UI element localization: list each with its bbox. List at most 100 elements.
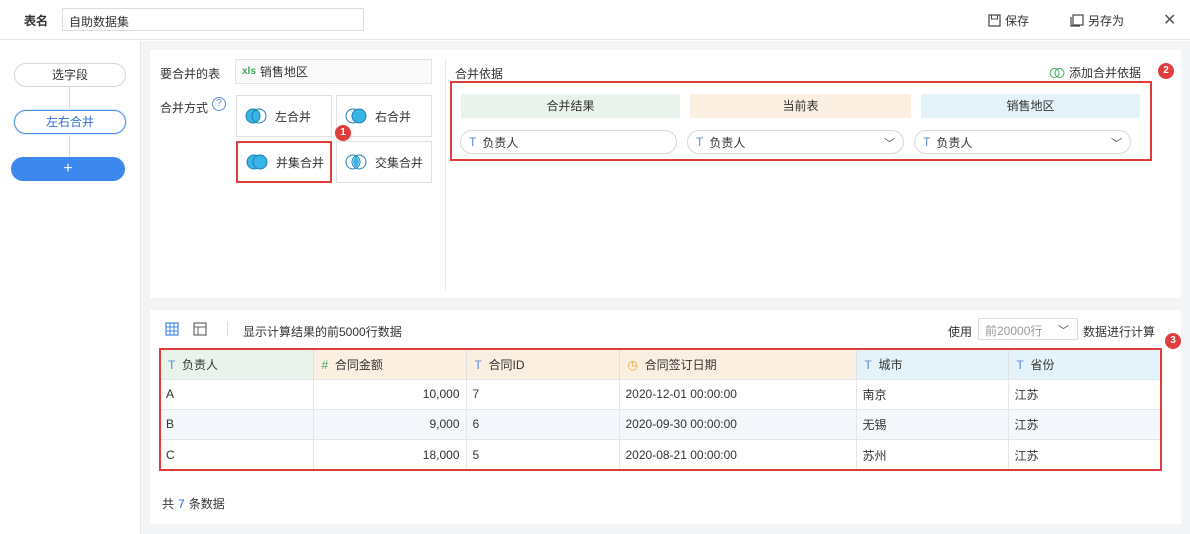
column-header[interactable]: T 省份 — [1008, 350, 1162, 379]
table-cell: 江苏 — [1008, 378, 1162, 410]
merge-option-left[interactable]: 左合并 — [236, 95, 332, 137]
text-type-icon: T — [469, 135, 477, 149]
table-cell: 2020-08-21 00:00:00 — [619, 439, 857, 470]
table-cell: B — [160, 408, 314, 440]
table-cell: 6 — [466, 408, 620, 440]
basis-field-sales-region-select[interactable]: T 负责人 ﹀ — [914, 130, 1131, 154]
column-header[interactable]: T 合同ID — [466, 350, 620, 379]
table-cell: C — [160, 439, 314, 470]
table-row: A 10,000 7 2020-12-01 00:00:00 南京 江苏 — [160, 378, 1162, 410]
right-join-icon — [345, 108, 367, 124]
chevron-down-icon: ﹀ — [884, 138, 895, 150]
basis-field-result[interactable]: T 负责人 — [460, 130, 677, 154]
add-merge-basis-label: 添加合并依据 — [1069, 66, 1142, 80]
total-count: 7 — [178, 497, 185, 511]
table-cell: 南京 — [856, 378, 1009, 410]
step-left-right-merge[interactable]: 左右合并 — [14, 110, 126, 134]
merge-option-left-label: 左合并 — [275, 109, 312, 124]
add-merge-basis-button[interactable]: 添加合并依据 — [1049, 64, 1141, 81]
grid-view-icon[interactable] — [165, 322, 179, 339]
table-row: B 9,000 6 2020-09-30 00:00:00 无锡 江苏 — [160, 408, 1162, 440]
close-icon[interactable]: ✕ — [1163, 10, 1176, 30]
table-cell: 2020-12-01 00:00:00 — [619, 378, 857, 410]
chevron-down-icon: ﹀ — [1111, 138, 1122, 150]
merge-option-union-label: 并集合并 — [276, 155, 325, 170]
basis-header-sales-region: 销售地区 — [921, 94, 1140, 118]
table-cell: 2020-09-30 00:00:00 — [619, 408, 857, 440]
row-limit-value: 前20000行 — [985, 324, 1043, 338]
basis-field-current-value: 负责人 — [709, 135, 746, 150]
merge-mode-label: 合并方式 — [160, 101, 209, 115]
total-prefix: 共 — [162, 497, 175, 511]
table-name-input[interactable]: 自助数据集 — [62, 8, 364, 31]
table-cell: 5 — [466, 439, 620, 470]
basis-field-result-value: 负责人 — [482, 135, 519, 150]
link-circles-icon — [1049, 67, 1065, 78]
save-as-icon — [1070, 14, 1084, 27]
merge-table-label: 要合并的表 — [160, 67, 221, 81]
column-header-label: 城市 — [878, 357, 903, 372]
save-label: 保存 — [1005, 14, 1030, 28]
merge-table-value: 销售地区 — [259, 65, 308, 79]
annotation-badge-3: 3 — [1165, 333, 1181, 349]
annotation-badge-1: 1 — [335, 125, 351, 141]
add-step-button[interactable]: + — [11, 157, 125, 181]
table-cell: 无锡 — [856, 408, 1009, 440]
text-type-icon: T — [168, 357, 176, 372]
table-cell: 9,000 — [313, 408, 467, 440]
column-header-label: 合同ID — [488, 357, 525, 372]
column-header-label: 合同金额 — [334, 357, 383, 372]
step-select-fields[interactable]: 选字段 — [14, 63, 126, 87]
merge-option-intersect-label: 交集合并 — [375, 155, 424, 170]
left-join-icon — [245, 108, 267, 124]
table-cell: 18,000 — [313, 439, 467, 470]
table-cell: 江苏 — [1008, 408, 1162, 440]
toolbar-separator — [227, 322, 228, 336]
column-header[interactable]: ◷ 合同签订日期 — [619, 350, 857, 379]
help-icon[interactable]: ? — [212, 97, 226, 111]
text-type-icon: T — [474, 357, 482, 372]
calc-label: 数据进行计算 — [1083, 325, 1156, 339]
column-header-label: 省份 — [1030, 357, 1055, 372]
save-icon — [988, 14, 1001, 27]
basis-field-sales-region-value: 负责人 — [936, 135, 973, 150]
save-button[interactable]: 保存 — [988, 12, 1029, 29]
table-cell: 10,000 — [313, 378, 467, 410]
row-limit-select[interactable]: 前20000行 ﹀ — [978, 318, 1078, 340]
chevron-down-icon: ﹀ — [1058, 325, 1069, 337]
table-header-row: T 负责人 # 合同金额 T 合同ID ◷ 合同签订日期 T 城市 T 省份 — [160, 350, 1162, 379]
column-header[interactable]: # 合同金额 — [313, 350, 467, 379]
number-type-icon: # — [321, 357, 329, 372]
save-as-button[interactable]: 另存为 — [1070, 12, 1124, 29]
merge-option-intersect[interactable]: 交集合并 — [336, 141, 432, 183]
merge-basis-label: 合并依据 — [455, 67, 504, 81]
merge-table-field[interactable]: xls 销售地区 — [235, 59, 432, 84]
column-header-label: 负责人 — [182, 357, 219, 372]
column-header[interactable]: T 城市 — [856, 350, 1009, 379]
table-name-label: 表名 — [24, 14, 49, 28]
text-type-icon: T — [864, 357, 872, 372]
table-row: C 18,000 5 2020-08-21 00:00:00 苏州 江苏 — [160, 439, 1162, 470]
preview-info-text: 显示计算结果的前5000行数据 — [243, 325, 402, 339]
basis-field-current-select[interactable]: T 负责人 ﹀ — [687, 130, 904, 154]
config-divider — [445, 60, 446, 290]
total-count-text: 共 7 条数据 — [162, 495, 225, 512]
union-join-icon — [246, 154, 268, 170]
total-suffix: 条数据 — [188, 497, 225, 511]
table-cell: 苏州 — [856, 439, 1009, 470]
layout-view-icon[interactable] — [193, 322, 207, 339]
excel-icon: xls — [242, 66, 256, 77]
text-type-icon: T — [923, 135, 931, 149]
column-header-label: 合同签订日期 — [644, 357, 717, 372]
column-header[interactable]: T 负责人 — [160, 350, 314, 379]
table-cell: A — [160, 378, 314, 410]
clock-icon: ◷ — [627, 357, 638, 372]
preview-table: T 负责人 # 合同金额 T 合同ID ◷ 合同签订日期 T 城市 T 省份 A… — [160, 350, 1162, 470]
save-as-label: 另存为 — [1088, 14, 1125, 28]
intersect-join-icon — [345, 154, 367, 170]
merge-option-right-label: 右合并 — [375, 109, 412, 124]
table-cell: 江苏 — [1008, 439, 1162, 470]
merge-option-union[interactable]: 并集合并 — [236, 141, 332, 183]
text-type-icon: T — [696, 135, 704, 149]
text-type-icon: T — [1016, 357, 1024, 372]
